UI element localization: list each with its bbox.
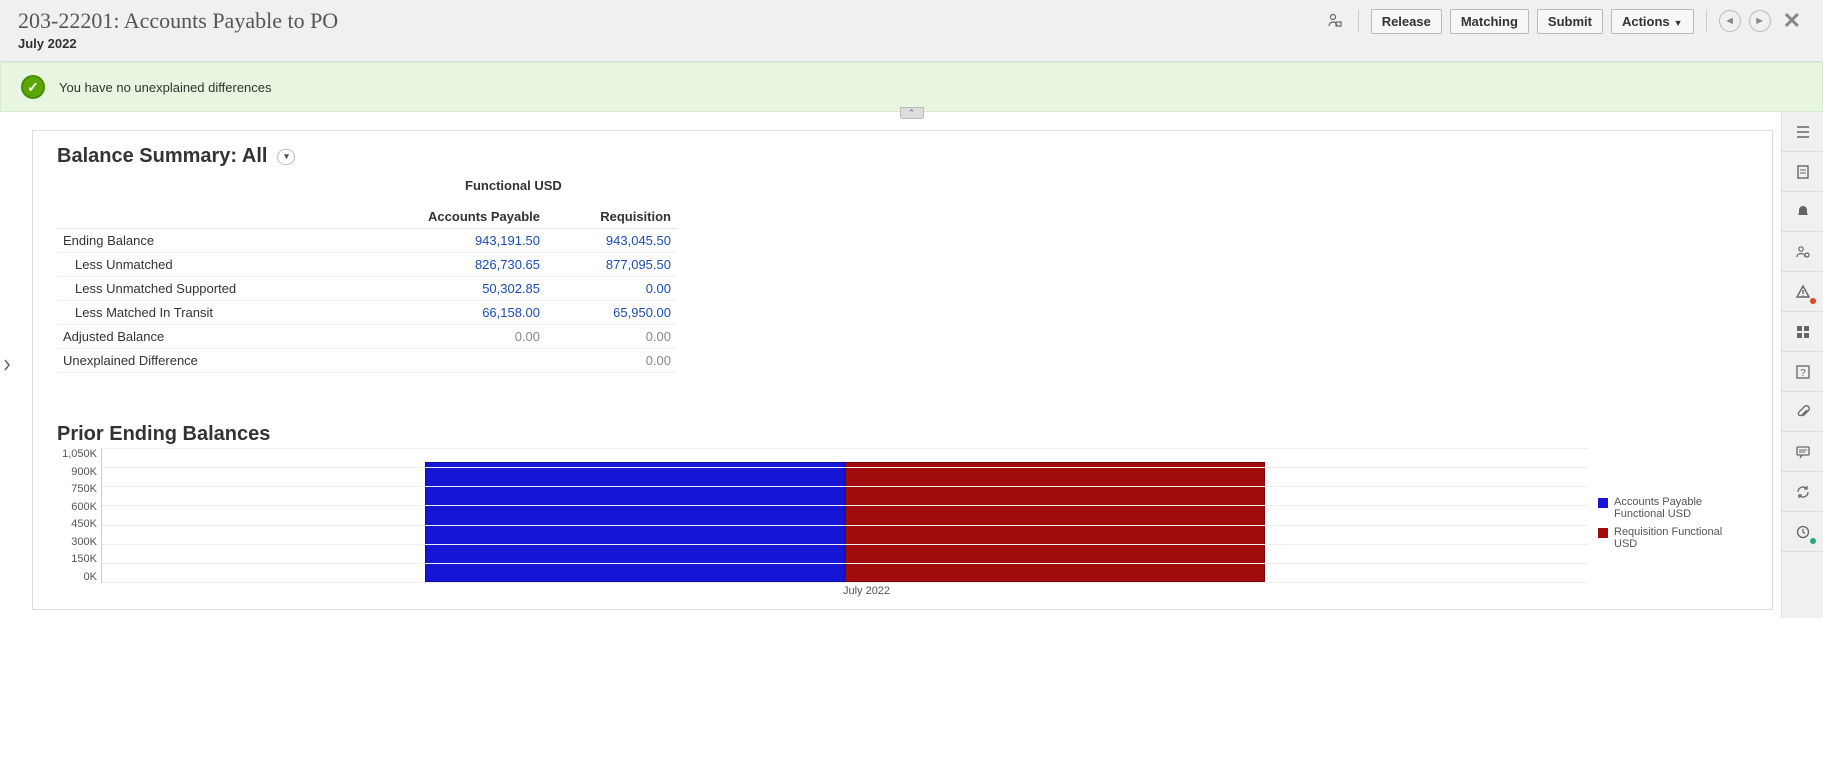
chart-plot bbox=[101, 448, 1588, 583]
chart-x-axis: July 2022 bbox=[145, 585, 1588, 597]
legend-item[interactable]: Accounts Payable Functional USD bbox=[1598, 496, 1748, 520]
table-row: Adjusted Balance0.000.00 bbox=[57, 325, 677, 349]
chart-legend: Accounts Payable Functional USD Requisiti… bbox=[1588, 448, 1748, 597]
chart-area: 1,050K 900K 750K 600K 450K 300K 150K 0K July 20… bbox=[57, 448, 1748, 597]
expand-left-panel-handle[interactable] bbox=[0, 112, 14, 618]
actions-dropdown[interactable]: Actions▼ bbox=[1611, 9, 1694, 34]
header-bar: 203-22201: Accounts Payable to PO July 2… bbox=[0, 0, 1823, 62]
row-label: Less Unmatched bbox=[57, 253, 350, 277]
y-tick: 600K bbox=[57, 501, 97, 513]
source-header-ap: Accounts Payable bbox=[350, 205, 546, 229]
row-label: Less Unmatched Supported bbox=[57, 277, 350, 301]
right-rail: ? bbox=[1781, 112, 1823, 618]
user-assignment-icon[interactable] bbox=[1324, 10, 1346, 32]
rail-grid-icon[interactable] bbox=[1782, 312, 1823, 352]
y-tick: 1,050K bbox=[57, 448, 97, 460]
table-row: Ending Balance943,191.50943,045.50 bbox=[57, 229, 677, 253]
prev-record-button[interactable]: ◄ bbox=[1719, 10, 1741, 32]
row-label: Adjusted Balance bbox=[57, 325, 350, 349]
y-tick: 900K bbox=[57, 466, 97, 478]
row-value-req[interactable]: 943,045.50 bbox=[546, 229, 677, 253]
status-banner: ✓ You have no unexplained differences ⌃ bbox=[0, 62, 1823, 112]
separator bbox=[1358, 10, 1359, 32]
balance-summary-title: Balance Summary: All ▾ bbox=[57, 145, 1748, 168]
table-row: Less Matched In Transit66,158.0065,950.0… bbox=[57, 301, 677, 325]
legend-label: Requisition Functional USD bbox=[1614, 526, 1748, 550]
balance-summary-table: Functional USD Accounts Payable Requisit… bbox=[57, 174, 677, 373]
release-button[interactable]: Release bbox=[1371, 9, 1442, 34]
table-row: Less Unmatched826,730.65877,095.50 bbox=[57, 253, 677, 277]
action-area: Release Matching Submit Actions▼ ◄ ► ✕ bbox=[1324, 8, 1805, 34]
close-button[interactable]: ✕ bbox=[1779, 8, 1805, 34]
y-tick: 450K bbox=[57, 518, 97, 530]
row-value-req: 0.00 bbox=[546, 349, 677, 373]
row-label: Less Matched In Transit bbox=[57, 301, 350, 325]
row-value-req[interactable]: 0.00 bbox=[546, 277, 677, 301]
summary-scope-dropdown[interactable]: ▾ bbox=[277, 149, 295, 165]
banner-message: You have no unexplained differences bbox=[59, 80, 272, 95]
matching-button[interactable]: Matching bbox=[1450, 9, 1529, 34]
table-row: Less Unmatched Supported50,302.850.00 bbox=[57, 277, 677, 301]
collapse-banner-handle[interactable]: ⌃ bbox=[900, 107, 924, 119]
rail-clock-icon[interactable] bbox=[1782, 512, 1823, 552]
rail-alert-icon[interactable] bbox=[1782, 272, 1823, 312]
row-value-ap[interactable]: 943,191.50 bbox=[350, 229, 546, 253]
row-value-req[interactable]: 877,095.50 bbox=[546, 253, 677, 277]
rail-refresh-icon[interactable] bbox=[1782, 472, 1823, 512]
y-tick: 300K bbox=[57, 536, 97, 548]
page-title: 203-22201: Accounts Payable to PO bbox=[18, 8, 1324, 34]
legend-label: Accounts Payable Functional USD bbox=[1614, 496, 1748, 520]
rail-bell-icon[interactable] bbox=[1782, 192, 1823, 232]
table-row: Unexplained Difference 0.00 bbox=[57, 349, 677, 373]
rail-user-icon[interactable] bbox=[1782, 232, 1823, 272]
y-tick: 750K bbox=[57, 483, 97, 495]
row-value-req[interactable]: 65,950.00 bbox=[546, 301, 677, 325]
submit-button[interactable]: Submit bbox=[1537, 9, 1603, 34]
legend-item[interactable]: Requisition Functional USD bbox=[1598, 526, 1748, 550]
row-label: Ending Balance bbox=[57, 229, 350, 253]
row-value-ap[interactable]: 826,730.65 bbox=[350, 253, 546, 277]
row-value-req: 0.00 bbox=[546, 325, 677, 349]
chart-title: Prior Ending Balances bbox=[57, 423, 1748, 446]
y-tick: 0K bbox=[57, 571, 97, 583]
title-area: 203-22201: Accounts Payable to PO July 2… bbox=[18, 8, 1324, 51]
row-value-ap[interactable]: 50,302.85 bbox=[350, 277, 546, 301]
separator bbox=[1706, 10, 1707, 32]
legend-swatch bbox=[1598, 498, 1608, 508]
row-value-ap: 0.00 bbox=[350, 325, 546, 349]
next-record-button[interactable]: ► bbox=[1749, 10, 1771, 32]
currency-header: Functional USD bbox=[350, 174, 677, 197]
success-check-icon: ✓ bbox=[21, 75, 45, 99]
main-layout: Balance Summary: All ▾ Functional USD Ac… bbox=[0, 112, 1823, 618]
y-tick: 150K bbox=[57, 553, 97, 565]
rail-attachment-icon[interactable] bbox=[1782, 392, 1823, 432]
page-period: July 2022 bbox=[18, 36, 1324, 51]
legend-swatch bbox=[1598, 528, 1608, 538]
caret-down-icon: ▼ bbox=[1674, 18, 1683, 28]
rail-comment-icon[interactable] bbox=[1782, 432, 1823, 472]
chart-y-axis: 1,050K 900K 750K 600K 450K 300K 150K 0K bbox=[57, 448, 101, 583]
bar-accounts-payable[interactable] bbox=[425, 462, 845, 582]
row-value-ap bbox=[350, 349, 546, 373]
svg-text:?: ? bbox=[1800, 368, 1806, 379]
main-card: Balance Summary: All ▾ Functional USD Ac… bbox=[32, 130, 1773, 610]
row-value-ap[interactable]: 66,158.00 bbox=[350, 301, 546, 325]
row-label: Unexplained Difference bbox=[57, 349, 350, 373]
rail-document-icon[interactable] bbox=[1782, 152, 1823, 192]
rail-help-icon[interactable]: ? bbox=[1782, 352, 1823, 392]
source-header-req: Requisition bbox=[546, 205, 677, 229]
bar-requisition[interactable] bbox=[845, 462, 1265, 582]
rail-list-icon[interactable] bbox=[1782, 112, 1823, 152]
